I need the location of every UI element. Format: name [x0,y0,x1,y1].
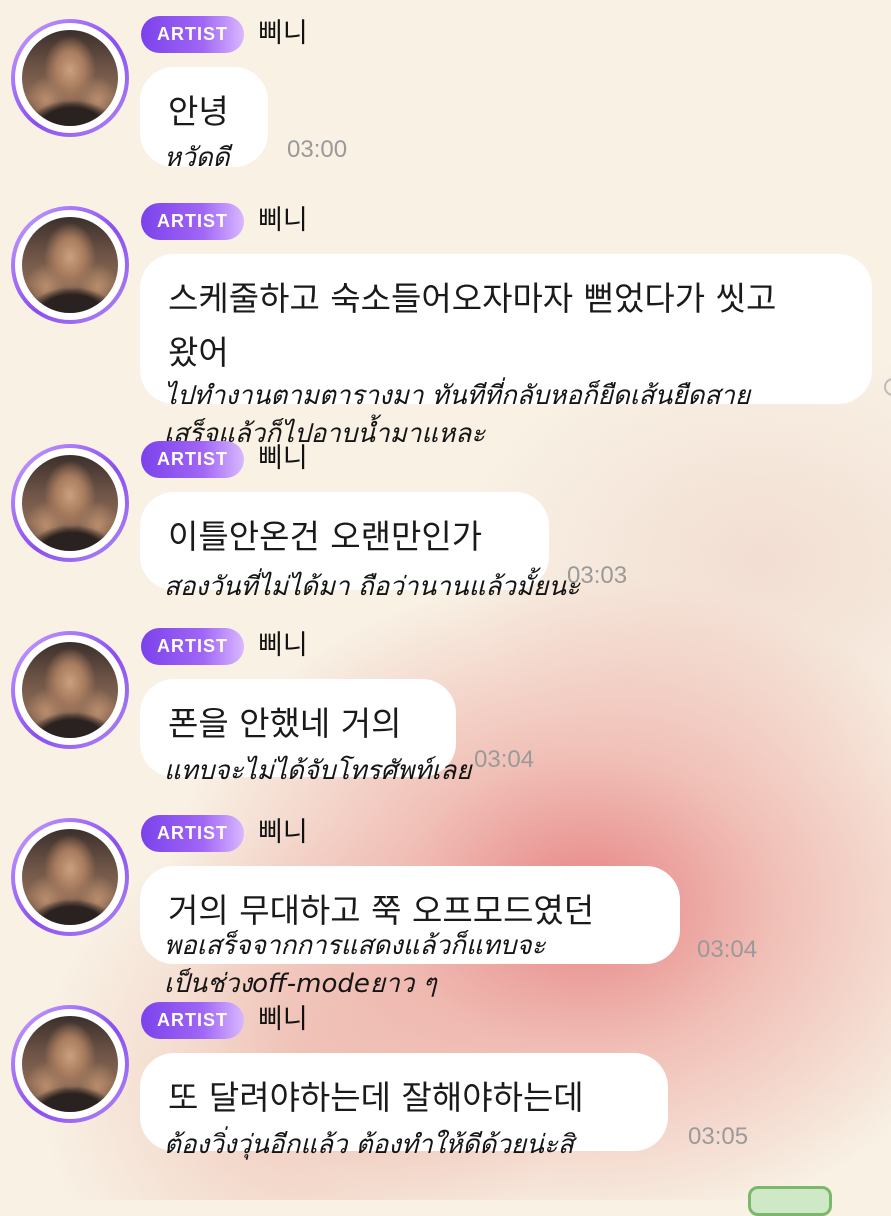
artist-avatar[interactable] [11,19,129,137]
artist-avatar[interactable] [11,206,129,324]
message-text: 이틀안온건 오랜만인가 [168,517,483,556]
chat-message: ARTIST 삐니 이틀안온건 오랜만인가 03:03 สองวันที่ไม่… [0,425,891,615]
message-time: 03:04 [474,746,535,773]
message-text: 또 달려야하는데 잘해야하는데 [168,1078,584,1117]
artist-avatar[interactable] [11,444,129,562]
artist-badge: ARTIST [141,1002,244,1039]
message-time: 03:05 [688,1123,749,1150]
translation-caption: แทบจะไม่ได้จับโทรศัพท์เลย [164,756,472,786]
message-text: 폰을 안했네 거의 [168,704,402,743]
side-handle[interactable] [884,378,891,396]
translation-caption: หวัดดี [164,143,230,173]
chat-message: ARTIST 삐니 스케줄하고 숙소들어오자마자 뻗었다가 씻고 왔어 ไปทำ… [0,187,891,449]
avatar-photo [22,642,118,738]
artist-badge: ARTIST [141,203,244,240]
chat-message: ARTIST 삐니 거의 무대하고 쭉 오프모드였던 03:04 พอเสร็จ… [0,799,891,999]
sender-name[interactable]: 삐니 [258,201,308,241]
artist-badge: ARTIST [141,815,244,852]
sender-name[interactable]: 삐니 [258,813,308,853]
avatar-photo [22,1016,118,1112]
message-time: 03:04 [697,936,758,963]
translation-caption: สองวันที่ไม่ได้มา ถือว่านานแล้วมั้ยนะ [164,572,580,602]
sender-name[interactable]: 삐니 [258,626,308,666]
artist-avatar[interactable] [11,1005,129,1123]
avatar-photo [22,455,118,551]
artist-avatar[interactable] [11,631,129,749]
translation-caption: ต้องวิ่งวุ่นอีกแล้ว ต้องทำให้ดีด้วยน่ะสิ [164,1130,574,1160]
artist-badge: ARTIST [141,628,244,665]
avatar-photo [22,30,118,126]
avatar-photo [22,829,118,925]
message-text: 안녕 [168,92,229,131]
sender-name[interactable]: 삐니 [258,1000,308,1040]
sticker-preview[interactable] [748,1186,832,1216]
avatar-photo [22,217,118,313]
message-time: 03:00 [287,136,348,163]
sender-name[interactable]: 삐니 [258,439,308,479]
artist-badge: ARTIST [141,16,244,53]
sender-name[interactable]: 삐니 [258,14,308,54]
message-text: 스케줄하고 숙소들어오자마자 뻗었다가 씻고 왔어 [168,279,777,372]
chat-message: ARTIST 삐니 폰을 안했네 거의 03:04 แทบจะไม่ได้จับ… [0,612,891,802]
artist-badge: ARTIST [141,441,244,478]
chat-message: ARTIST 삐니 안녕 03:00 หวัดดี [0,0,891,190]
artist-avatar[interactable] [11,818,129,936]
chat-message: ARTIST 삐니 또 달려야하는데 잘해야하는데 03:05 ต้องวิ่ง… [0,986,891,1176]
